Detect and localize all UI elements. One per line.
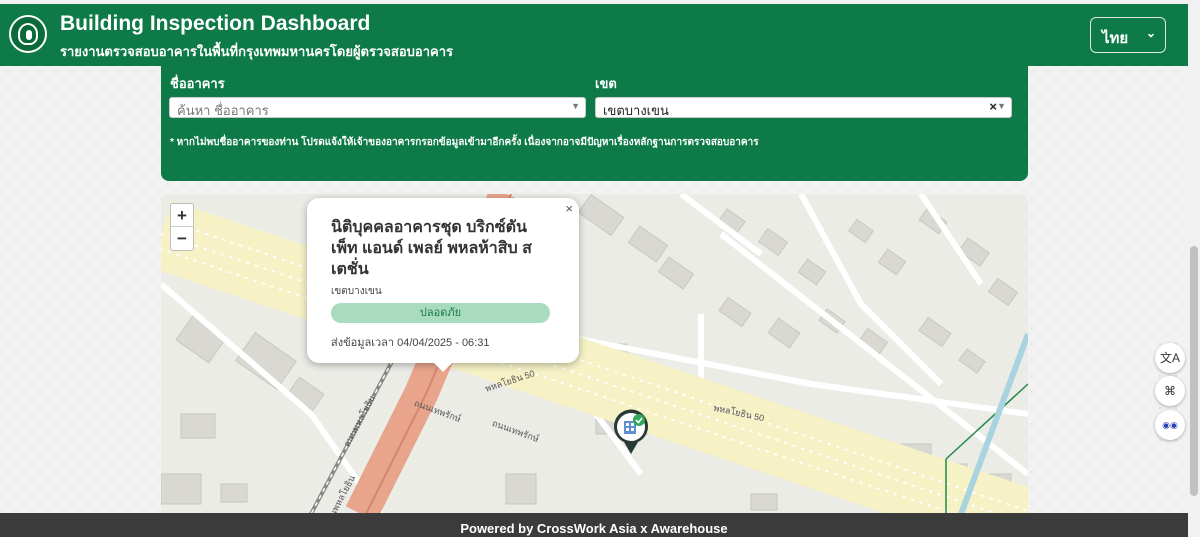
status-badge: ปลอดภัย xyxy=(331,303,550,323)
popup-pointer xyxy=(433,362,453,372)
page-scrollbar[interactable] xyxy=(1188,0,1200,537)
clear-selection-icon[interactable]: × xyxy=(989,99,997,114)
district-select-value: เขตบางเขน xyxy=(603,103,669,118)
building-search-placeholder: ค้นหา ชื่ออาคาร xyxy=(177,103,269,118)
translate-button[interactable]: 文A xyxy=(1155,343,1185,373)
language-select[interactable]: ไทย ⌄ xyxy=(1090,17,1166,53)
page-title: Building Inspection Dashboard xyxy=(60,12,371,35)
zoom-in-button[interactable]: + xyxy=(171,204,193,227)
map-tiles xyxy=(161,194,1028,514)
close-icon[interactable]: × xyxy=(565,201,573,216)
building-name-label: ชื่ออาคาร xyxy=(170,76,225,91)
apps-button[interactable]: ⌘ xyxy=(1155,376,1185,406)
district-select[interactable]: เขตบางเขน × ▼ xyxy=(595,97,1012,118)
zoom-out-button[interactable]: − xyxy=(171,227,193,250)
building-popup: × นิติบุคคลอาคารชุด บริกซ์ตัน เพ็ท แอนด์… xyxy=(307,198,579,363)
popup-district: เขตบางเขน xyxy=(331,286,382,297)
bangkok-seal-logo xyxy=(9,15,47,53)
building-marker-icon[interactable] xyxy=(612,408,650,456)
scrollbar-thumb[interactable] xyxy=(1190,246,1198,496)
dropdown-arrow-icon: ▼ xyxy=(571,101,580,111)
dropdown-arrow-icon: ▼ xyxy=(997,101,1006,111)
popup-submitted-time: ส่งข้อมูลเวลา 04/04/2025 - 06:31 xyxy=(331,337,490,349)
language-value: ไทย xyxy=(1102,30,1129,47)
district-label: เขต xyxy=(595,76,617,91)
app-header: Building Inspection Dashboard รายงานตรวจ… xyxy=(0,4,1188,66)
zoom-control: + − xyxy=(170,203,194,251)
page-subtitle: รายงานตรวจสอบอาคารในพื้นที่กรุงเทพมหานคร… xyxy=(60,44,453,59)
map-view[interactable]: พหลโยธิน 50 พหลโยธิน 50 ถนนเทพรักษ์ ถนนเ… xyxy=(161,194,1028,514)
building-search-select[interactable]: ค้นหา ชื่ออาคาร ▼ xyxy=(169,97,586,118)
popup-building-name: นิติบุคคลอาคารชุด บริกซ์ตัน เพ็ท แอนด์ เ… xyxy=(331,219,532,278)
chevron-down-icon: ⌄ xyxy=(1146,26,1157,40)
assistant-button[interactable]: ◉◉ xyxy=(1155,410,1185,440)
filter-panel: ชื่ออาคาร เขต ค้นหา ชื่ออาคาร ▼ เขตบางเข… xyxy=(161,62,1028,181)
page-footer: Powered by CrossWork Asia x Awarehouse xyxy=(0,513,1188,537)
missing-building-note: * หากไม่พบชื่ออาคารของท่าน โปรดแจ้งให้เจ… xyxy=(170,137,759,148)
